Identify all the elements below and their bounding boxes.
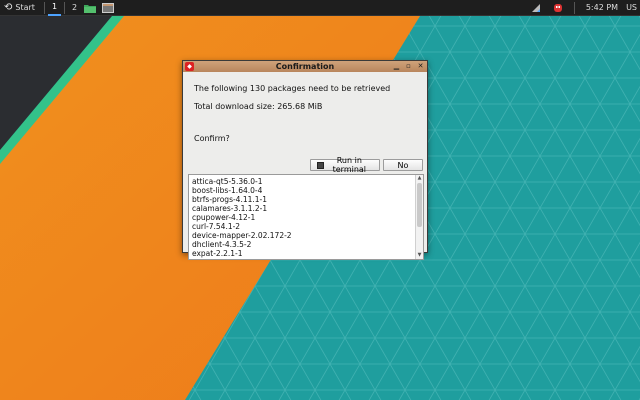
network-icon[interactable] bbox=[529, 2, 543, 14]
confirm-prompt: Confirm? bbox=[194, 134, 230, 143]
list-item: cpupower-4.12-1 bbox=[192, 213, 256, 222]
keyboard-layout[interactable]: US bbox=[626, 3, 637, 12]
start-button[interactable]: ⟲ Start bbox=[0, 0, 41, 16]
list-item: expat-2.2.1-1 bbox=[192, 249, 243, 258]
workspace-1[interactable]: 1 bbox=[47, 0, 62, 16]
scroll-down-icon[interactable]: ▼ bbox=[416, 252, 423, 259]
start-label: Start bbox=[15, 3, 35, 12]
scroll-thumb[interactable] bbox=[417, 183, 422, 227]
list-item: calamares-3.1.1.2-1 bbox=[192, 204, 268, 213]
app-icon: ◆ bbox=[185, 62, 194, 71]
window-titlebar[interactable]: ◆ Confirmation ▁ ▫ ✕ bbox=[183, 61, 427, 72]
list-scrollbar[interactable]: ▲ ▼ bbox=[415, 175, 423, 259]
list-item: dhclient-4.3.5-2 bbox=[192, 240, 252, 249]
confirmation-dialog: ◆ Confirmation ▁ ▫ ✕ The following 130 p… bbox=[182, 60, 428, 260]
list-item: btrfs-progs-4.11.1-1 bbox=[192, 195, 268, 204]
clock[interactable]: 5:42 PM bbox=[582, 3, 622, 12]
packages-message: The following 130 packages need to be re… bbox=[194, 84, 391, 93]
taskbar-separator bbox=[43, 1, 45, 14]
file-manager-icon[interactable] bbox=[83, 2, 97, 14]
scroll-up-icon[interactable]: ▲ bbox=[416, 175, 423, 182]
minimize-icon[interactable]: ▁ bbox=[392, 62, 401, 71]
list-item: device-mapper-2.02.172-2 bbox=[192, 231, 292, 240]
list-item: boost-libs-1.64.0-4 bbox=[192, 186, 263, 195]
maximize-icon[interactable]: ▫ bbox=[404, 62, 413, 71]
taskbar-separator bbox=[64, 1, 66, 14]
close-icon[interactable]: ✕ bbox=[416, 62, 425, 71]
terminal-icon bbox=[317, 161, 324, 169]
app-indicator-icon[interactable] bbox=[551, 2, 565, 14]
taskbar: ⟲ Start 1 2 5:42 PM US bbox=[0, 0, 640, 16]
no-label: No bbox=[397, 160, 409, 170]
no-button[interactable]: No bbox=[383, 159, 423, 171]
run-in-terminal-label: Run in terminal bbox=[332, 156, 367, 174]
taskbar-separator bbox=[573, 1, 575, 14]
download-size: Total download size: 265.68 MiB bbox=[194, 102, 323, 111]
dialog-content: The following 130 packages need to be re… bbox=[183, 72, 427, 260]
list-item: attica-qt5-5.36.0-1 bbox=[192, 177, 263, 186]
run-in-terminal-button[interactable]: Run in terminal bbox=[310, 156, 380, 174]
list-item: curl-7.54.1-2 bbox=[192, 222, 241, 231]
window-title: Confirmation bbox=[275, 62, 335, 71]
start-menu-icon: ⟲ bbox=[4, 1, 13, 13]
active-window-icon[interactable] bbox=[101, 2, 115, 14]
workspace-2[interactable]: 2 bbox=[68, 0, 81, 16]
package-list[interactable]: attica-qt5-5.36.0-1 boost-libs-1.64.0-4 … bbox=[188, 174, 424, 260]
